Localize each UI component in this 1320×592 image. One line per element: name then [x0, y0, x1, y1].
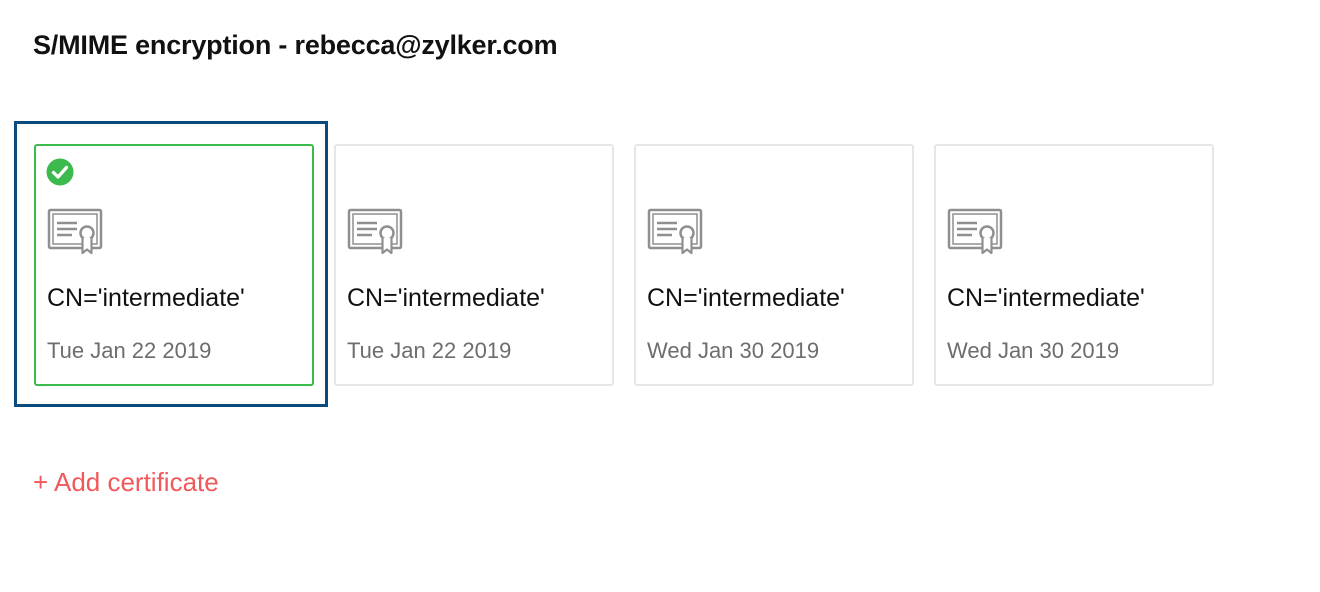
certificate-date: Wed Jan 30 2019: [647, 338, 820, 363]
certificate-icon: [347, 208, 403, 255]
certificate-date: Wed Jan 30 2019: [947, 338, 1120, 363]
certificate-name: CN='intermediate': [47, 284, 245, 312]
smime-settings-page: S/MIME encryption - rebecca@zylker.com C…: [0, 0, 1320, 592]
page-title: S/MIME encryption - rebecca@zylker.com: [33, 30, 558, 60]
certificate-date: Tue Jan 22 2019: [47, 338, 212, 363]
certificate-list: CN='intermediate' Tue Jan 22 2019 CN='in…: [34, 144, 1214, 386]
certificate-card[interactable]: CN='intermediate' Wed Jan 30 2019: [634, 144, 914, 386]
add-certificate-link[interactable]: + Add certificate: [33, 467, 219, 498]
certificate-name: CN='intermediate': [347, 284, 545, 312]
certificate-name: CN='intermediate': [947, 284, 1145, 312]
check-circle-icon: [46, 158, 74, 186]
certificate-date: Tue Jan 22 2019: [347, 338, 512, 363]
certificate-card[interactable]: CN='intermediate' Tue Jan 22 2019: [34, 144, 314, 386]
certificate-icon: [947, 208, 1003, 255]
certificate-icon: [47, 208, 103, 255]
certificate-name: CN='intermediate': [647, 284, 845, 312]
certificate-card[interactable]: CN='intermediate' Wed Jan 30 2019: [934, 144, 1214, 386]
certificate-card[interactable]: CN='intermediate' Tue Jan 22 2019: [334, 144, 614, 386]
certificate-icon: [647, 208, 703, 255]
